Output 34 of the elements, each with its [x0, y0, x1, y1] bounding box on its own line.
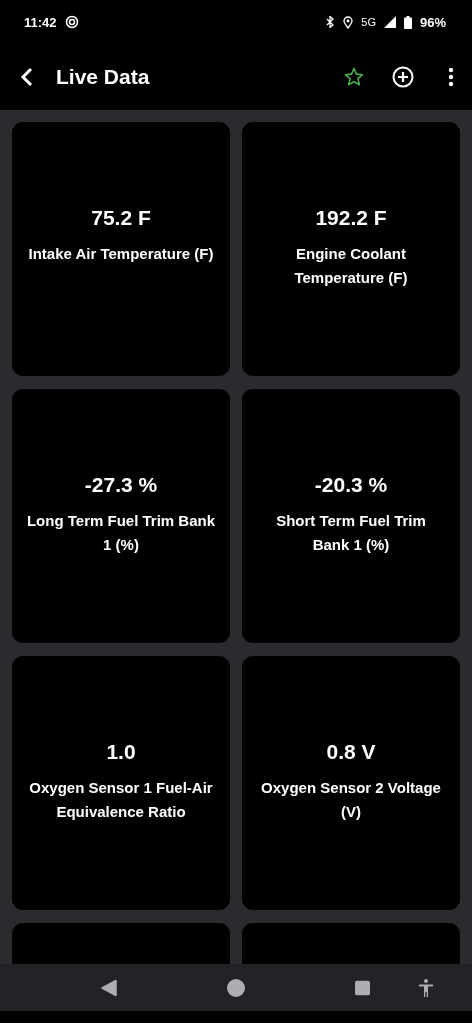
home-circle-icon[interactable]	[227, 978, 245, 997]
accessibility-icon[interactable]	[418, 978, 434, 997]
bluetooth-icon	[326, 16, 336, 28]
reading-label: Oxygen Sensor 2 Voltage (V)	[260, 778, 442, 822]
network-type: 5G	[361, 16, 376, 28]
reading-label: Oxygen Sensor 1 Fuel-Air Equivalence Ratio	[28, 778, 214, 822]
reading-label: Intake Air Temperature (F)	[28, 244, 214, 264]
reading-value: 75.2 F	[91, 206, 151, 230]
signal-icon	[383, 16, 396, 28]
location-pin-icon	[343, 15, 354, 29]
reading-value: -27.3 %	[84, 473, 158, 497]
battery-percent: 96%	[419, 14, 446, 30]
reading-label: Short Term Fuel Trim Bank 1 (%)	[275, 511, 427, 555]
data-card[interactable]: -27.3 % Long Term Fuel Trim Bank 1 (%)	[12, 389, 230, 643]
reading-value: 1.0	[106, 740, 136, 764]
reading-value: 0.8 V	[326, 740, 376, 764]
add-button[interactable]	[392, 66, 414, 88]
reading-value: 192.2 F	[315, 206, 387, 230]
data-card[interactable]: 0.8 V Oxygen Sensor 2 Voltage (V)	[242, 656, 460, 910]
page-title: Live Data	[56, 65, 151, 89]
back-button[interactable]	[20, 67, 34, 87]
reading-value: -20.3 %	[314, 473, 388, 497]
recents-square-icon[interactable]	[355, 980, 370, 995]
reading-label: Engine Coolant Temperature (F)	[293, 244, 409, 288]
data-card[interactable]: 192.2 F Engine Coolant Temperature (F)	[242, 122, 460, 376]
data-card[interactable]: -20.3 % Short Term Fuel Trim Bank 1 (%)	[242, 389, 460, 643]
back-triangle-icon[interactable]	[101, 979, 117, 996]
data-card[interactable]: 75.2 F Intake Air Temperature (F)	[12, 122, 230, 376]
favorite-star-button[interactable]	[344, 67, 364, 87]
more-menu-button[interactable]	[448, 67, 454, 87]
data-card[interactable]: 1.0 Oxygen Sensor 1 Fuel-Air Equivalence Ratio	[12, 656, 230, 910]
battery-icon	[403, 15, 412, 29]
reading-label: Long Term Fuel Trim Bank 1 (%)	[26, 511, 216, 555]
clock-time: 11:42	[24, 14, 57, 30]
